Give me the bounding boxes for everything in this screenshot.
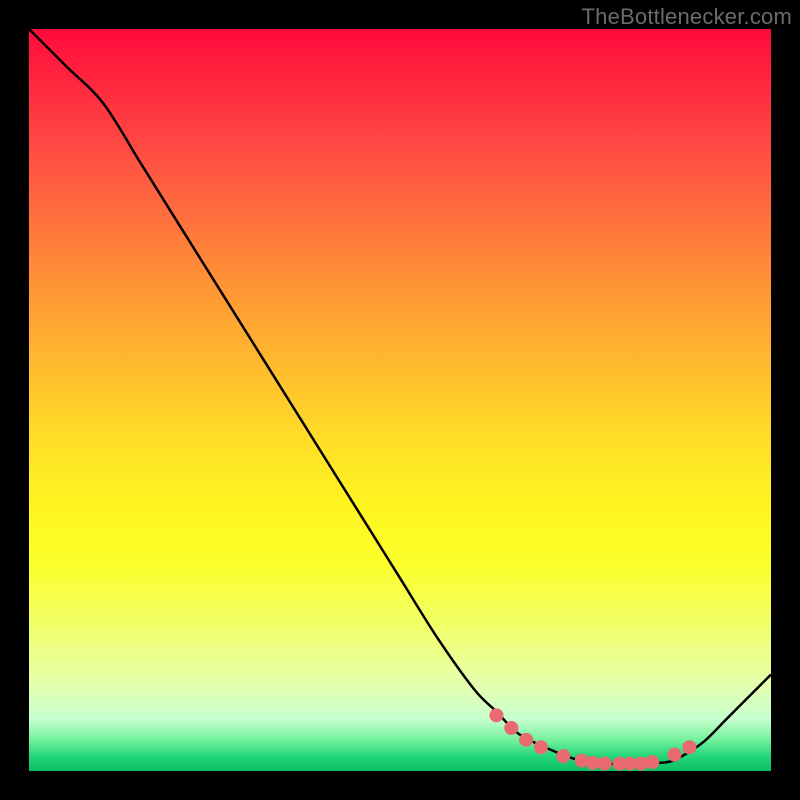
curve-marker (668, 748, 682, 762)
curve-marker (534, 740, 548, 754)
plot-area (29, 29, 771, 771)
curve-marker (519, 733, 533, 747)
curve-marker (504, 721, 518, 735)
curve-marker (586, 756, 600, 770)
curve-svg (29, 29, 771, 771)
curve-marker (682, 740, 696, 754)
curve-marker (556, 749, 570, 763)
curve-marker (645, 755, 659, 769)
watermark-text: TheBottlenecker.com (582, 4, 792, 30)
curve-marker (598, 757, 612, 771)
curve-marker (489, 708, 503, 722)
bottleneck-curve (29, 29, 771, 764)
chart-frame: TheBottlenecker.com (0, 0, 800, 800)
